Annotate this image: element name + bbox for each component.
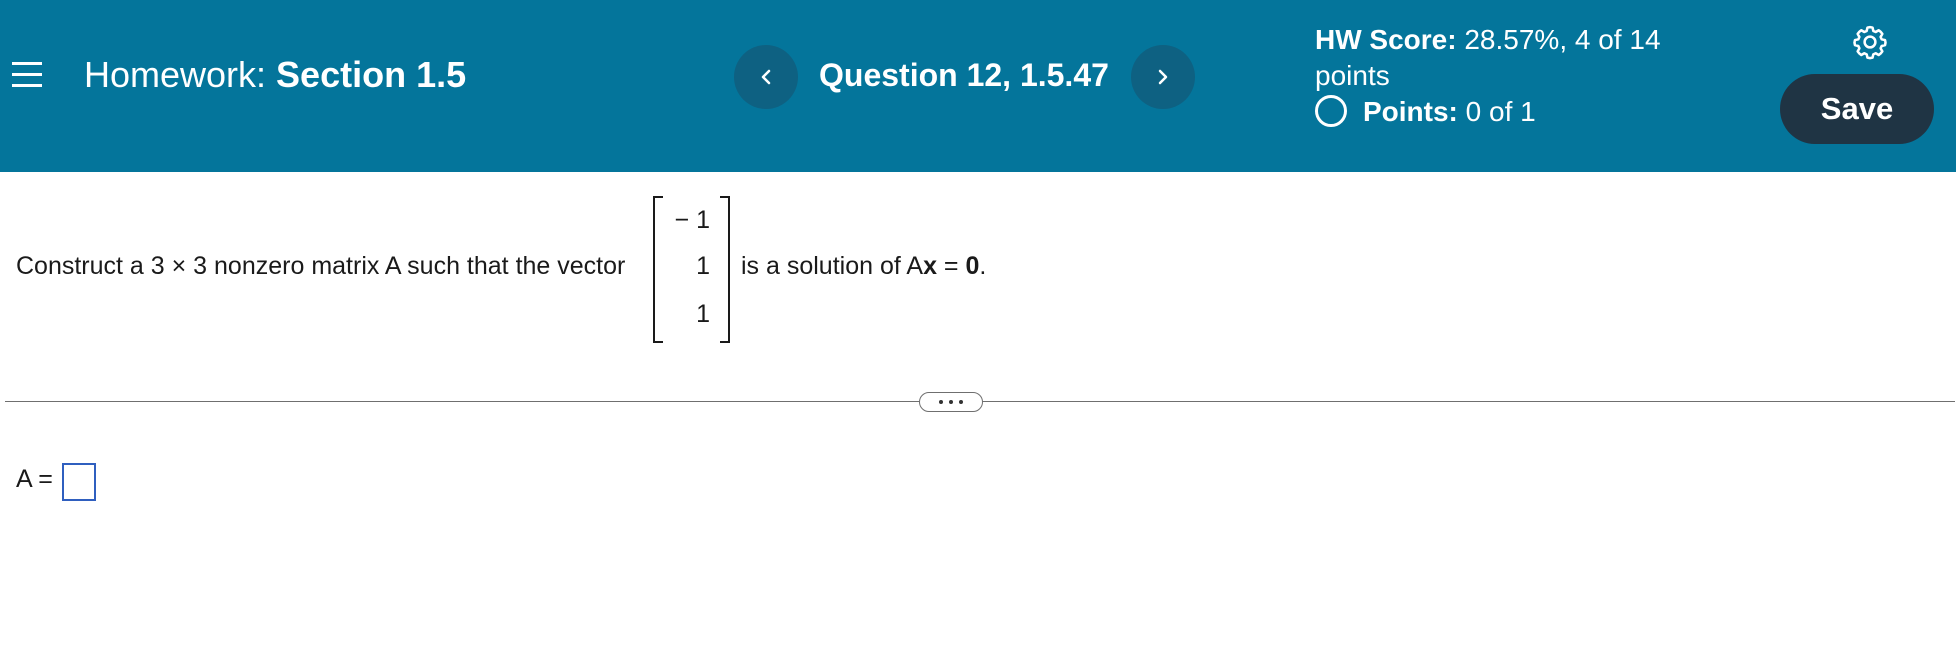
section-name: Section 1.5 (276, 54, 467, 95)
hw-score: HW Score: 28.57%, 4 of 14 points (1315, 22, 1695, 94)
hw-score-label: HW Score: (1315, 24, 1457, 55)
solution-vector: − 1 1 1 (653, 196, 730, 343)
save-button[interactable]: Save (1780, 74, 1934, 144)
points-value: 0 of 1 (1465, 96, 1536, 127)
hw-score-value-cont: points (1315, 60, 1390, 91)
question-prompt: Construct a 3 × 3 nonzero matrix A such … (16, 252, 626, 280)
equals-sign: = (936, 252, 966, 280)
left-bracket (653, 196, 663, 343)
hw-score-value: 28.57%, 4 of 14 (1464, 24, 1661, 55)
chevron-left-icon (761, 69, 771, 85)
suffix-text: is a solution of A (741, 252, 924, 280)
question-title: Question 12, 1.5.47 (819, 57, 1109, 93)
question-suffix: is a solution of Ax = 0. (741, 252, 986, 281)
answer-label: A = (16, 465, 53, 493)
next-question-button[interactable] (1131, 45, 1195, 109)
points-label: Points: (1363, 96, 1458, 127)
top-header-bar: Homework: Section 1.5 Question 12, 1.5.47… (0, 0, 1956, 172)
answer-input-box[interactable] (62, 463, 96, 501)
points-status: Points: 0 of 1 (1315, 94, 1536, 130)
vector-entry-2: 1 (696, 252, 710, 280)
homework-title: Homework: Section 1.5 (84, 54, 466, 96)
vector-entry-3: 1 (696, 300, 710, 328)
more-options-button[interactable] (919, 392, 983, 412)
right-bracket (720, 196, 730, 343)
menu-icon[interactable] (12, 62, 42, 88)
homework-label: Homework: (84, 54, 267, 95)
chevron-right-icon (1158, 69, 1168, 85)
bold-zero: 0 (965, 252, 980, 280)
vector-entry-1: − 1 (674, 206, 710, 234)
gear-icon[interactable] (1851, 23, 1889, 61)
bold-x: x (923, 252, 937, 280)
suffix-period: . (979, 252, 987, 280)
circle-icon (1315, 94, 1347, 127)
previous-question-button[interactable] (734, 45, 798, 109)
